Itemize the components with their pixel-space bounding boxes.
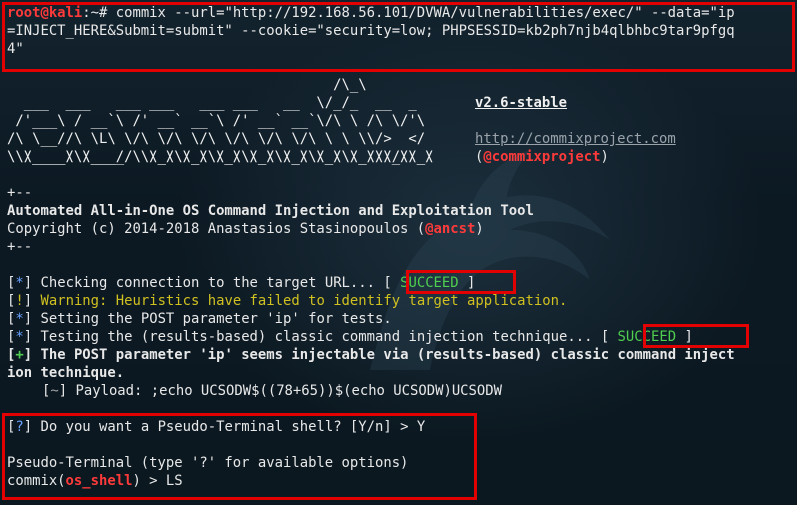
info-tag: * xyxy=(15,311,24,327)
version-text: v2.6-stable xyxy=(475,95,567,111)
log-text: The POST parameter 'ip' seems injectable… xyxy=(32,347,735,363)
log-payload: [~] Payload: ;echo UCSODW$((78+65))$(ech… xyxy=(42,383,502,399)
header-rule-top: +-- xyxy=(7,185,33,201)
info-tag: * xyxy=(15,329,24,345)
log-injectable-found-cont: ion technique. xyxy=(7,365,125,381)
payload-tag: ~ xyxy=(50,383,59,399)
highlight-box-succeed-2 xyxy=(643,324,749,348)
version-label: v2.6-stable xyxy=(475,94,567,112)
tool-title: Automated All-in-One OS Command Injectio… xyxy=(7,203,534,219)
warning-text: Warning: Heuristics have failed to ident… xyxy=(32,293,568,309)
success-tag: + xyxy=(15,347,24,363)
log-text: Setting the POST parameter 'ip' for test… xyxy=(32,311,392,327)
header-rule-bottom: +-- xyxy=(7,239,33,255)
project-url-text[interactable]: http://commixproject.com xyxy=(475,131,676,147)
highlight-box-succeed-1 xyxy=(406,270,516,294)
banner-art-line: \/____/\/___/ \/_/\/_/\/_/\/_/\/_/\/_/\/… xyxy=(7,149,434,165)
log-text: Checking connection to the target URL... xyxy=(32,275,384,291)
copyright-prefix: Copyright (c) 2014-2018 Anastasios Stasi… xyxy=(7,221,426,237)
banner-art-line: /'___\ / __`\ /' __` __`\ /' __` __`\/\ … xyxy=(7,113,426,129)
payload-text: Payload: ;echo UCSODW$((78+65))$(echo UC… xyxy=(67,383,502,399)
banner-art-line: /\_\ xyxy=(7,77,367,93)
handle-text: @commixproject xyxy=(483,149,601,165)
copyright-suffix: ) xyxy=(475,221,484,237)
info-tag: * xyxy=(15,275,24,291)
banner-art-line: /\ \__//\ \L\ \/\ \/\ \/\ \/\ \/\ \/\ \ … xyxy=(7,131,426,147)
copyright-line: Copyright (c) 2014-2018 Anastasios Stasi… xyxy=(7,220,484,238)
banner-art-text: ___ ___ ___ ___ ___ ___ __ \/_/_ __ _ xyxy=(7,95,417,111)
banner-art-line: ___ ___ ___ ___ ___ ___ __ \/_/_ __ _ xyxy=(7,94,417,112)
log-testing-technique: [*] Testing the (results-based) classic … xyxy=(7,329,693,345)
log-setting-param: [*] Setting the POST parameter 'ip' for … xyxy=(7,311,392,327)
highlight-box-shell xyxy=(2,413,477,500)
log-injectable-found: [+] The POST parameter 'ip' seems inject… xyxy=(7,347,735,363)
log-warning: [!] Warning: Heuristics have failed to i… xyxy=(7,293,568,309)
project-url-link[interactable]: http://commixproject.com xyxy=(475,130,676,148)
project-handle: (@commixproject) xyxy=(475,149,609,165)
author-handle: @ancst xyxy=(425,221,476,237)
warning-tag: ! xyxy=(15,293,24,309)
highlight-box-command xyxy=(2,2,795,72)
log-text: Testing the (results-based) classic comm… xyxy=(32,329,601,345)
terminal-window[interactable]: root@kali:~# commix --url="http://192.16… xyxy=(0,0,797,505)
